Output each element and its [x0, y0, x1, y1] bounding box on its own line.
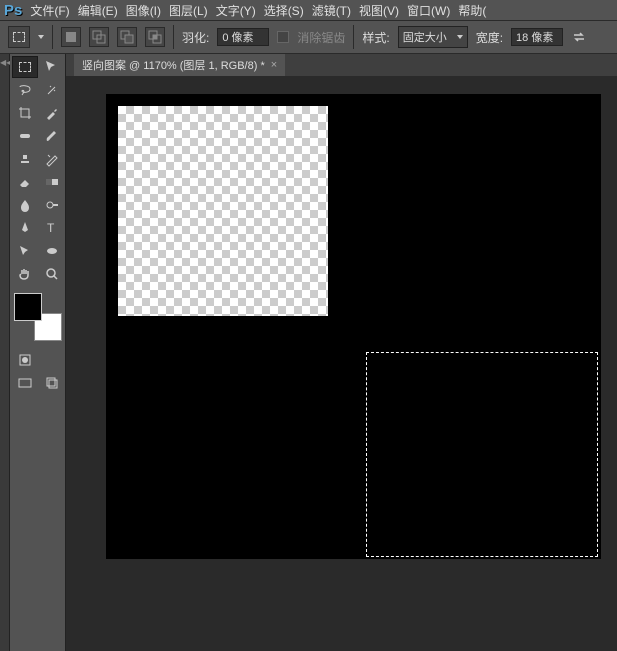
document-tab[interactable]: 竖向图案 @ 1170% (图层 1, RGB/8) * × [74, 54, 285, 76]
crop-tool[interactable] [12, 102, 38, 124]
app-logo: Ps [4, 2, 22, 19]
left-gutter: ◀◀ [0, 54, 10, 651]
collapse-icon[interactable]: ◀◀ [0, 58, 9, 67]
menu-layer[interactable]: 图层(L) [169, 2, 208, 19]
type-tool[interactable]: T [39, 217, 65, 239]
gradient-tool[interactable] [39, 171, 65, 193]
menu-help[interactable]: 帮助( [458, 2, 486, 19]
svg-text:T: T [47, 221, 55, 235]
path-selection-tool[interactable] [12, 240, 38, 262]
document-title: 竖向图案 @ 1170% (图层 1, RGB/8) * [82, 57, 265, 73]
color-swatches[interactable] [14, 293, 62, 341]
quickmask-tool[interactable] [12, 349, 38, 371]
transparent-layer [118, 106, 328, 316]
style-select[interactable]: 固定大小 [398, 26, 468, 48]
brush-tool[interactable] [39, 125, 65, 147]
width-label: 宽度: [476, 29, 503, 46]
tool-preset-dropdown-icon[interactable] [38, 35, 44, 39]
chevron-down-icon [457, 35, 463, 39]
menu-bar: Ps 文件(F) 编辑(E) 图像(I) 图层(L) 文字(Y) 选择(S) 滤… [0, 0, 617, 20]
move-tool[interactable] [39, 56, 65, 78]
menu-select[interactable]: 选择(S) [264, 2, 304, 19]
close-tab-icon[interactable]: × [271, 59, 277, 71]
swap-icon[interactable] [571, 29, 587, 45]
eyedropper-tool[interactable] [39, 102, 65, 124]
antialias-checkbox [277, 31, 289, 43]
feather-input[interactable] [217, 28, 269, 46]
eraser-tool[interactable] [12, 171, 38, 193]
menu-file[interactable]: 文件(F) [30, 2, 69, 19]
add-selection-icon[interactable] [89, 27, 109, 47]
current-tool-indicator[interactable] [8, 26, 30, 48]
hand-tool[interactable] [12, 263, 38, 285]
feather-label: 羽化: [182, 29, 209, 46]
clone-stamp-tool[interactable] [12, 148, 38, 170]
foreground-color[interactable] [14, 293, 42, 321]
menu-view[interactable]: 视图(V) [359, 2, 399, 19]
selection-marquee[interactable] [366, 352, 598, 557]
screenmode-tool[interactable] [12, 372, 38, 394]
menu-type[interactable]: 文字(Y) [216, 2, 256, 19]
menu-edit[interactable]: 编辑(E) [78, 2, 118, 19]
intersect-selection-icon[interactable] [145, 27, 165, 47]
lasso-tool[interactable] [12, 79, 38, 101]
menu-filter[interactable]: 滤镜(T) [312, 2, 351, 19]
blur-tool[interactable] [12, 194, 38, 216]
style-label: 样式: [362, 29, 389, 46]
shape-tool[interactable] [39, 240, 65, 262]
canvas-area: 竖向图案 @ 1170% (图层 1, RGB/8) * × [66, 54, 617, 651]
pen-tool[interactable] [12, 217, 38, 239]
screenmode-alt-tool[interactable] [39, 372, 65, 394]
options-bar: 羽化: 消除锯齿 样式: 固定大小 宽度: [0, 20, 617, 54]
magic-wand-tool[interactable] [39, 79, 65, 101]
subtract-selection-icon[interactable] [117, 27, 137, 47]
document-tab-bar: 竖向图案 @ 1170% (图层 1, RGB/8) * × [66, 54, 617, 76]
document-canvas[interactable] [106, 94, 601, 559]
main-menu: 文件(F) 编辑(E) 图像(I) 图层(L) 文字(Y) 选择(S) 滤镜(T… [30, 2, 486, 19]
new-selection-icon[interactable] [61, 27, 81, 47]
menu-window[interactable]: 窗口(W) [407, 2, 450, 19]
zoom-tool[interactable] [39, 263, 65, 285]
marquee-tool[interactable] [12, 56, 38, 78]
healing-brush-tool[interactable] [12, 125, 38, 147]
history-brush-tool[interactable] [39, 148, 65, 170]
menu-image[interactable]: 图像(I) [126, 2, 161, 19]
antialias-label: 消除锯齿 [297, 29, 345, 46]
tools-panel: T [10, 54, 66, 651]
width-input[interactable] [511, 28, 563, 46]
dodge-tool[interactable] [39, 194, 65, 216]
